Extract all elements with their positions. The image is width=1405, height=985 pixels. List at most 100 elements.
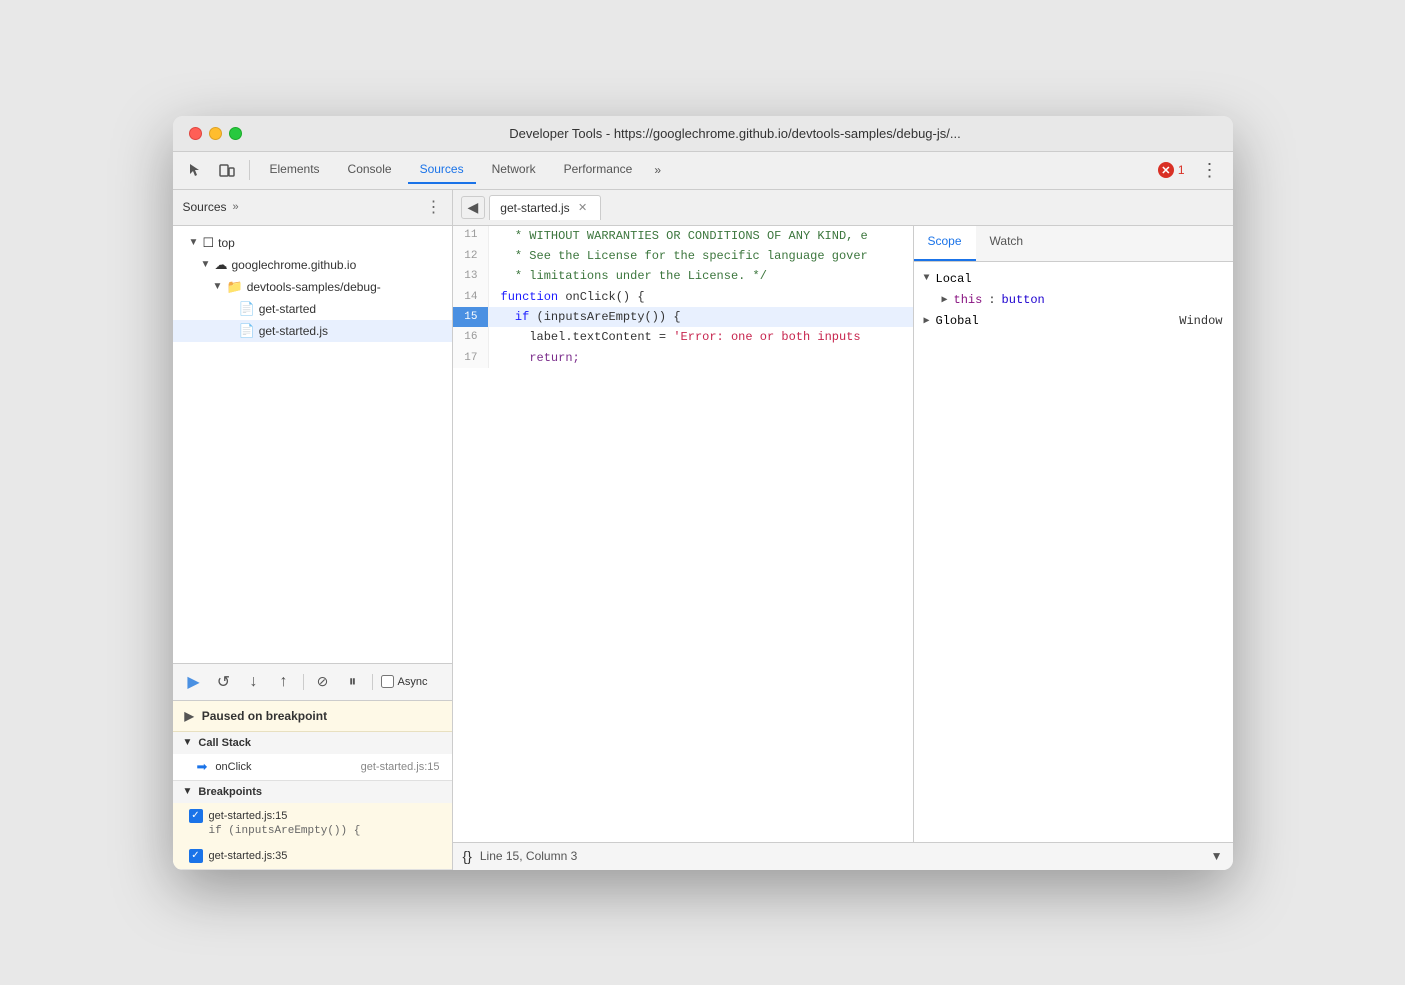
toolbar-divider-1 — [249, 160, 250, 180]
scope-panel: Scope Watch ▼ Local ▶ this : b — [913, 226, 1233, 842]
fullscreen-button[interactable] — [229, 127, 242, 140]
sources-panel-label: Sources — [183, 200, 227, 214]
devtools-window: Developer Tools - https://googlechrome.g… — [173, 116, 1233, 870]
paused-label: Paused on breakpoint — [202, 709, 327, 723]
error-count: 1 — [1178, 163, 1185, 177]
tree-item-top[interactable]: ▼ ☐ top — [173, 232, 452, 254]
device-toolbar-icon[interactable] — [213, 156, 241, 184]
pretty-print-button[interactable]: {} — [463, 848, 472, 864]
deactivate-button[interactable]: ⊘ — [312, 671, 334, 693]
error-icon: ✕ — [1158, 162, 1174, 178]
source-tabs: ◀ get-started.js ✕ — [453, 190, 1233, 226]
tab-console[interactable]: Console — [336, 156, 404, 184]
breakpoint-check-1[interactable]: ✓ — [189, 809, 203, 823]
tree-arrow-top: ▼ — [189, 237, 199, 248]
scope-global-arrow: ▶ — [924, 315, 930, 327]
format-toggle[interactable]: ▼ — [1211, 849, 1223, 863]
close-button[interactable] — [189, 127, 202, 140]
scope-global-header[interactable]: ▶ Global Window — [914, 310, 1233, 332]
source-tab-get-started-js[interactable]: get-started.js ✕ — [489, 195, 600, 220]
tree-arrow-origin: ▼ — [201, 259, 211, 270]
code-line-14: 14 function onClick() { — [453, 287, 913, 307]
more-tabs-button[interactable]: » — [648, 159, 667, 181]
navigate-back-button[interactable]: ◀ — [461, 196, 486, 219]
call-stack-location: get-started.js:15 — [361, 761, 440, 773]
tree-label-origin: googlechrome.github.io — [232, 258, 357, 272]
right-area: ◀ get-started.js ✕ 11 * WITHOUT WARRANTI… — [453, 190, 1233, 870]
tree-item-get-started[interactable]: 📄 get-started — [173, 298, 452, 320]
code-line-15: 15 if (inputsAreEmpty()) { — [453, 307, 913, 327]
breakpoints-section: ▼ Breakpoints ✓ get-started.js:15 if (in… — [173, 781, 452, 870]
tree-label-get-started-js: get-started.js — [259, 324, 328, 338]
cursor-position: Line 15, Column 3 — [480, 849, 577, 863]
tree-label-top: top — [218, 236, 235, 250]
call-stack-header[interactable]: ▼ Call Stack — [173, 732, 452, 754]
breakpoint-check-2[interactable]: ✓ — [189, 849, 203, 863]
call-stack-arrow: ▼ — [183, 737, 193, 748]
scope-local-header[interactable]: ▼ Local — [914, 268, 1233, 290]
pause-button[interactable]: ⏸ — [342, 671, 364, 693]
call-stack-label: Call Stack — [198, 737, 251, 749]
breakpoint-row-1: ✓ get-started.js:15 — [189, 809, 440, 823]
scope-content: ▼ Local ▶ this : button ▶ Global — [914, 262, 1233, 842]
code-line-12: 12 * See the License for the specific la… — [453, 246, 913, 266]
code-line-13: 13 * limitations under the License. */ — [453, 266, 913, 286]
cursor-icon[interactable] — [181, 156, 209, 184]
async-checkbox-label[interactable]: Async — [381, 675, 428, 688]
breakpoint-item-2[interactable]: ✓ get-started.js:35 — [173, 843, 452, 869]
resume-button[interactable]: ▶ — [183, 671, 205, 693]
error-badge[interactable]: ✕ 1 — [1152, 160, 1191, 180]
tree-item-folder[interactable]: ▼ 📁 devtools-samples/debug- — [173, 276, 452, 298]
step-over-button[interactable]: ↺ — [213, 671, 235, 693]
panel-more-button[interactable]: » — [233, 201, 239, 213]
call-stack-item-arrow: ➡ — [197, 759, 208, 775]
code-line-17: 17 return; — [453, 348, 913, 368]
scope-global-value: Window — [1179, 314, 1222, 328]
tree-arrow-folder: ▼ — [213, 281, 223, 292]
scope-global-label: Global — [936, 314, 979, 328]
status-bar: {} Line 15, Column 3 ▼ — [453, 842, 1233, 870]
breakpoint-item-1[interactable]: ✓ get-started.js:15 if (inputsAreEmpty()… — [173, 803, 452, 843]
tab-sources[interactable]: Sources — [408, 156, 476, 184]
main-layout: Sources » ⋮ ▼ ☐ top ▼ ☁ googlechrome.git… — [173, 190, 1233, 870]
tree-item-get-started-js[interactable]: 📄 get-started.js — [173, 320, 452, 342]
breakpoints-label: Breakpoints — [198, 786, 262, 798]
left-panel: Sources » ⋮ ▼ ☐ top ▼ ☁ googlechrome.git… — [173, 190, 453, 870]
source-tab-label: get-started.js — [500, 201, 569, 215]
scope-local-label: Local — [936, 272, 972, 286]
step-into-button[interactable]: ↓ — [243, 671, 265, 693]
dbg-divider-1 — [303, 674, 304, 690]
code-line-11: 11 * WITHOUT WARRANTIES OR CONDITIONS OF… — [453, 226, 913, 246]
tab-performance[interactable]: Performance — [552, 156, 645, 184]
debugger-controls: ▶ ↺ ↓ ↑ ⊘ ⏸ Async — [173, 663, 452, 701]
tree-item-origin[interactable]: ▼ ☁ googlechrome.github.io — [173, 254, 452, 276]
tab-elements[interactable]: Elements — [258, 156, 332, 184]
panel-options-button[interactable]: ⋮ — [426, 197, 442, 217]
file-icon-js: 📄 — [239, 323, 255, 339]
call-stack-item-onclick[interactable]: ➡ onClick get-started.js:15 — [173, 754, 452, 780]
breakpoints-arrow: ▼ — [183, 786, 193, 797]
frame-icon: ☐ — [203, 235, 215, 251]
window-title: Developer Tools - https://googlechrome.g… — [254, 126, 1217, 141]
scope-tab-scope[interactable]: Scope — [914, 226, 976, 261]
scope-entry-this[interactable]: ▶ this : button — [914, 290, 1233, 310]
scope-this-key: this — [954, 293, 983, 307]
minimize-button[interactable] — [209, 127, 222, 140]
breakpoint-row-2: ✓ get-started.js:35 — [189, 849, 440, 863]
editor-scope-area: 11 * WITHOUT WARRANTIES OR CONDITIONS OF… — [453, 226, 1233, 842]
folder-icon: 📁 — [227, 279, 243, 295]
breakpoints-header[interactable]: ▼ Breakpoints — [173, 781, 452, 803]
scope-tab-watch[interactable]: Watch — [976, 226, 1038, 261]
tree-label-get-started: get-started — [259, 302, 316, 316]
menu-dots-button[interactable]: ⋮ — [1195, 156, 1225, 185]
source-tab-close-button[interactable]: ✕ — [576, 201, 590, 215]
breakpoint-file-2: get-started.js:35 — [209, 850, 288, 862]
dbg-divider-2 — [372, 674, 373, 690]
traffic-lights — [189, 127, 242, 140]
step-out-button[interactable]: ↑ — [273, 671, 295, 693]
breakpoint-file-1: get-started.js:15 — [209, 810, 288, 822]
async-checkbox[interactable] — [381, 675, 394, 688]
tab-network[interactable]: Network — [480, 156, 548, 184]
code-view[interactable]: 11 * WITHOUT WARRANTIES OR CONDITIONS OF… — [453, 226, 913, 842]
code-line-16: 16 label.textContent = 'Error: one or bo… — [453, 327, 913, 347]
